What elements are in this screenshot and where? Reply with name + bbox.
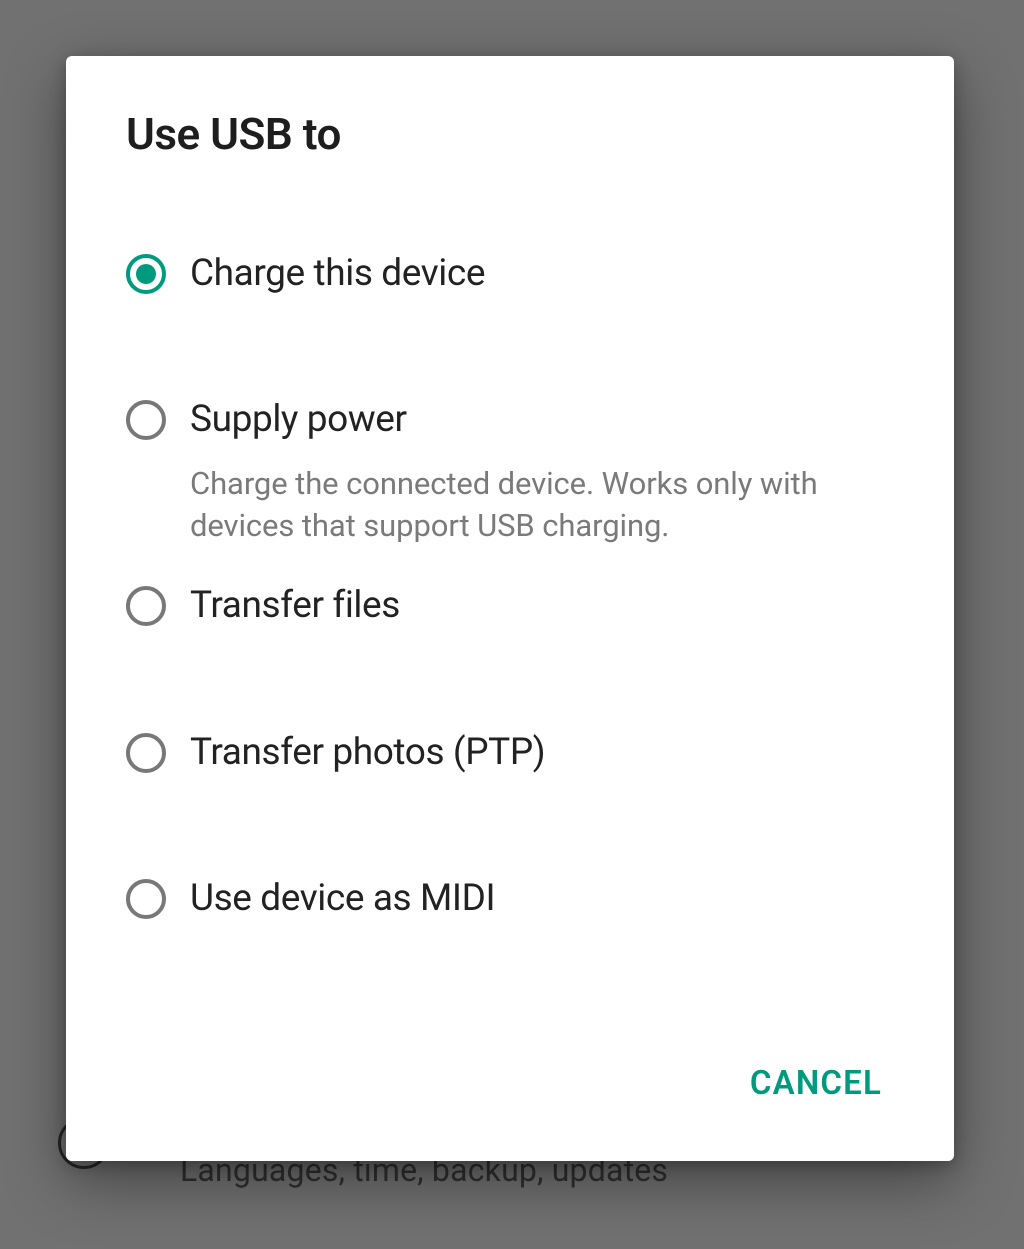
usb-options-radio-group: Charge this device Supply power Charge t… bbox=[126, 252, 894, 1052]
usb-options-dialog: Use USB to Charge this device Supply pow… bbox=[66, 56, 954, 1161]
radio-option-charge-this-device[interactable]: Charge this device bbox=[126, 252, 894, 316]
radio-subtitle: Charge the connected device. Works only … bbox=[190, 463, 894, 547]
radio-option-transfer-files[interactable]: Transfer files bbox=[126, 584, 894, 648]
radio-option-supply-power[interactable]: Supply power Charge the connected device… bbox=[126, 398, 894, 566]
cancel-button[interactable]: CANCEL bbox=[744, 1052, 888, 1115]
radio-button-icon bbox=[126, 400, 166, 440]
dialog-actions: CANCEL bbox=[126, 1052, 894, 1131]
radio-button-icon bbox=[126, 586, 166, 626]
radio-label: Charge this device bbox=[190, 252, 894, 296]
radio-button-icon bbox=[126, 254, 166, 294]
radio-button-icon bbox=[126, 733, 166, 773]
radio-label: Supply power bbox=[190, 398, 894, 442]
radio-label: Use device as MIDI bbox=[190, 877, 894, 921]
radio-button-icon bbox=[126, 879, 166, 919]
dialog-title: Use USB to bbox=[126, 108, 894, 160]
radio-option-midi[interactable]: Use device as MIDI bbox=[126, 877, 894, 941]
radio-label: Transfer photos (PTP) bbox=[190, 731, 894, 775]
radio-option-transfer-photos[interactable]: Transfer photos (PTP) bbox=[126, 731, 894, 795]
radio-label: Transfer files bbox=[190, 584, 894, 628]
